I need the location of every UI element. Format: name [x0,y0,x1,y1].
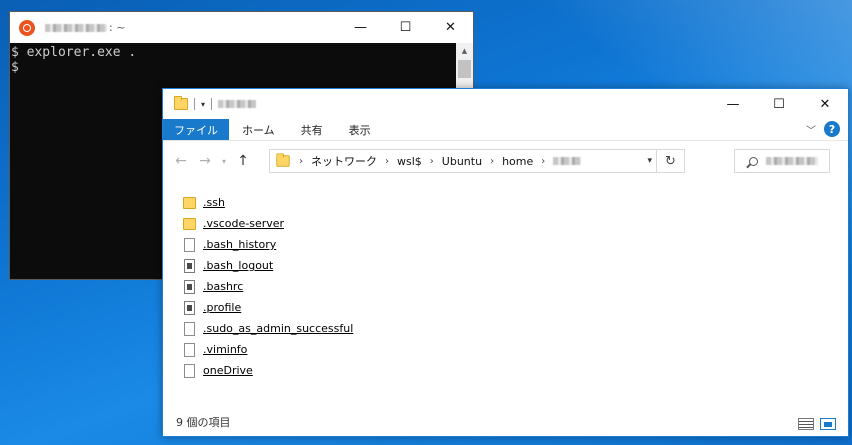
explorer-window-controls: — ☐ ✕ [710,89,848,120]
breadcrumb-chevron-icon[interactable]: › [385,156,389,167]
file-name[interactable]: .ssh [203,196,225,209]
folder-icon [174,96,188,110]
breadcrumb-network[interactable]: ネットワーク [311,153,377,169]
terminal-titlebar[interactable]: : ~ — ☐ ✕ [10,12,473,43]
quick-access-toolbar: ▾ [174,96,257,110]
up-arrow-icon[interactable]: ↑ [231,153,255,169]
file-list-item[interactable]: .bashrc [183,276,353,297]
file-list-item[interactable]: .ssh [183,192,353,213]
maximize-button[interactable]: ☐ [756,89,802,119]
breadcrumb-chevron-icon[interactable]: › [541,156,545,167]
file-name[interactable]: .profile [203,301,241,314]
help-icon[interactable]: ? [824,121,840,137]
script-file-icon [184,258,195,273]
breadcrumb-chevron-icon[interactable]: › [490,156,494,167]
maximize-button[interactable]: ☐ [383,12,428,43]
forward-arrow-icon[interactable]: → [193,153,217,169]
explorer-titlebar[interactable]: ▾ — ☐ ✕ [163,89,848,119]
breadcrumb-wsl[interactable]: wsl$ [397,155,422,168]
file-name[interactable]: .bashrc [203,280,243,293]
breadcrumb-chevron-icon[interactable]: › [430,156,434,167]
file-icon [184,342,195,357]
search-icon [749,156,758,166]
view-toggle-group [798,418,836,430]
redacted-window-title [218,100,257,108]
breadcrumb-ubuntu[interactable]: Ubuntu [442,155,482,168]
ribbon-right-controls: ﹀ ? [806,121,840,137]
recent-locations-dropdown-icon[interactable]: ▾ [217,157,231,166]
file-list-item[interactable]: .profile [183,297,353,318]
details-view-icon[interactable] [798,418,814,430]
toolbar-divider [194,98,195,110]
scroll-up-arrow-icon[interactable]: ▲ [456,43,473,58]
minimize-button[interactable]: — [710,89,756,119]
file-list-item[interactable]: oneDrive [183,360,353,381]
file-icon [184,363,195,378]
redacted-breadcrumb-user [553,157,582,165]
close-button[interactable]: ✕ [428,12,473,43]
search-box[interactable] [734,149,830,173]
folder-icon [183,196,196,209]
terminal-line: $ [11,60,19,75]
tab-file[interactable]: ファイル [163,119,229,140]
file-name[interactable]: .bash_history [203,238,276,251]
redacted-username [45,23,107,32]
file-name[interactable]: oneDrive [203,364,253,377]
terminal-window-controls: — ☐ ✕ [338,12,473,43]
breadcrumb-home[interactable]: home [502,155,533,168]
tab-home[interactable]: ホーム [229,119,288,140]
tab-share[interactable]: 共有 [288,119,336,140]
ubuntu-icon[interactable] [19,19,35,36]
terminal-line: $ explorer.exe . [11,45,137,60]
file-list-item[interactable]: .vscode-server [183,213,353,234]
file-list: .ssh .vscode-server .bash_history .bash_log… [183,192,353,381]
back-arrow-icon[interactable]: ← [169,153,193,169]
file-explorer-window[interactable]: ▾ — ☐ ✕ ファイル ホーム 共有 表示 ﹀ ? ← → ▾ ↑ › ネット… [162,88,849,437]
navigation-bar: ← → ▾ ↑ › ネットワーク › wsl$ › Ubuntu › home … [163,141,848,181]
script-file-icon [184,279,195,294]
file-list-item[interactable]: .viminfo [183,339,353,360]
file-icon [184,321,195,336]
scrollbar-thumb[interactable] [458,60,471,78]
toolbar-divider [211,98,213,110]
file-list-item[interactable]: .bash_logout [183,255,353,276]
folder-icon [183,217,196,230]
file-icon [184,237,195,252]
script-file-icon [184,300,195,315]
minimize-button[interactable]: — [338,12,383,43]
breadcrumb-chevron-icon[interactable]: › [299,156,303,167]
folder-icon [276,153,290,167]
file-name[interactable]: .sudo_as_admin_successful [203,322,353,335]
expand-ribbon-chevron-icon[interactable]: ﹀ [806,122,816,137]
file-list-item[interactable]: .sudo_as_admin_successful [183,318,353,339]
terminal-title-suffix: : ~ [109,21,126,34]
file-name[interactable]: .bash_logout [203,259,273,272]
address-history-dropdown-icon[interactable]: ▾ [647,150,652,172]
close-button[interactable]: ✕ [802,89,848,119]
refresh-icon[interactable]: ↻ [656,150,684,172]
file-list-item[interactable]: .bash_history [183,234,353,255]
redacted-search-placeholder [766,157,818,165]
status-item-count: 9 個の項目 [176,416,231,429]
terminal-title: : ~ [45,21,125,34]
ribbon-tabs: ファイル ホーム 共有 表示 ﹀ ? [163,119,848,141]
address-bar[interactable]: › ネットワーク › wsl$ › Ubuntu › home › ▾ ↻ [269,149,685,173]
file-name[interactable]: .viminfo [203,343,247,356]
file-name[interactable]: .vscode-server [203,217,284,230]
large-icons-view-icon[interactable] [820,418,836,430]
customize-toolbar-dropdown-icon[interactable]: ▾ [201,100,205,109]
tab-view[interactable]: 表示 [336,119,384,140]
